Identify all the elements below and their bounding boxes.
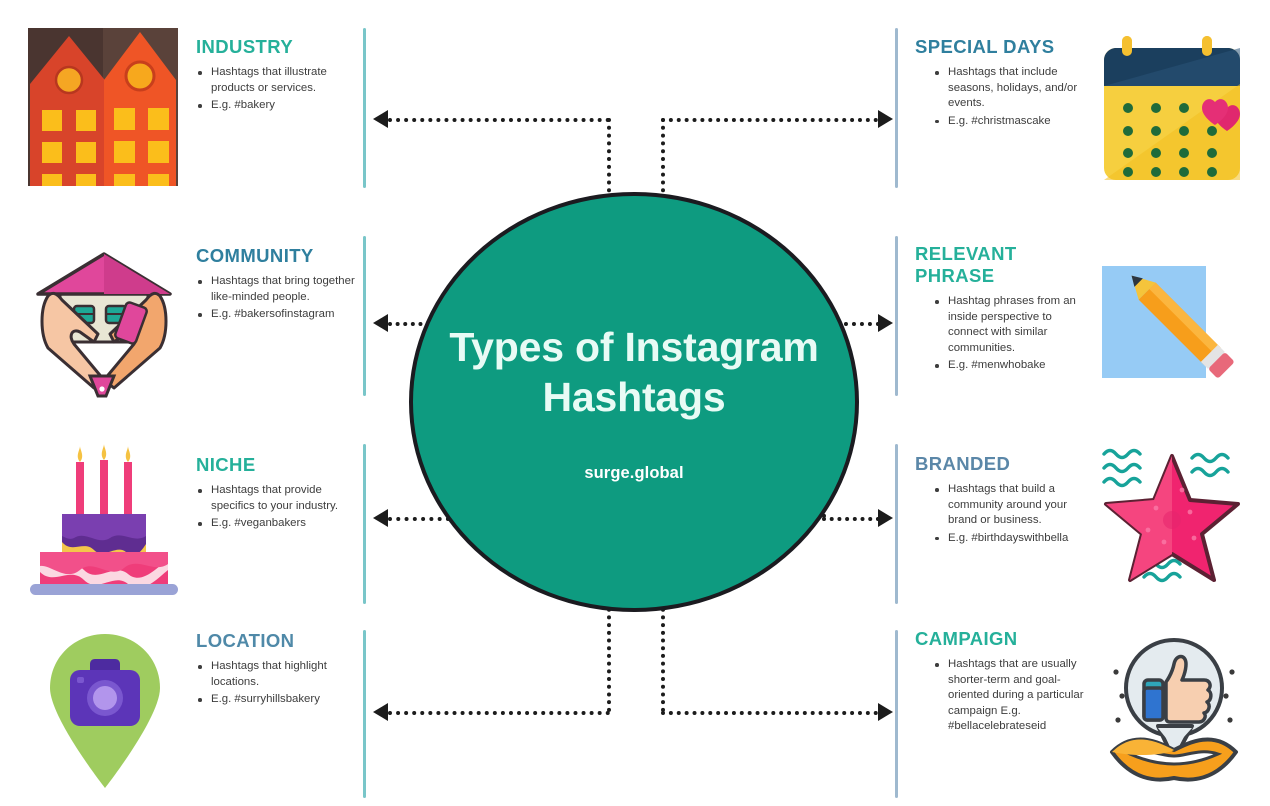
bullets-community: Hashtags that bring together like-minded…: [196, 274, 366, 323]
heading-campaign: CAMPAIGN: [915, 628, 1018, 649]
bullets-location: Hashtags that highlight locations. E.g. …: [196, 659, 358, 708]
list-item: Hashtag phrases from an inside perspecti…: [933, 294, 1083, 356]
pencil-note-icon: [1098, 250, 1250, 386]
list-item: Hashtags that bring together like-minded…: [196, 274, 366, 305]
map-pin-camera-icon: [42, 632, 168, 790]
list-item: E.g. #christmascake: [933, 114, 1080, 130]
heading-location: LOCATION: [196, 630, 295, 651]
text-block-campaign: CAMPAIGN Hashtags that are usually short…: [915, 628, 1085, 737]
list-item: Hashtags that include seasons, holidays,…: [933, 65, 1080, 112]
list-item: E.g. #veganbakers: [196, 516, 358, 532]
bullets-relevant-phrase: Hashtag phrases from an inside perspecti…: [915, 294, 1083, 374]
buildings-icon: [28, 28, 178, 186]
divider-left-row-3: [363, 444, 366, 604]
heading-special-days: SPECIAL DAYS: [915, 36, 1055, 57]
heading-niche: NICHE: [196, 454, 256, 475]
divider-right-row-4: [895, 630, 898, 798]
bullets-campaign: Hashtags that are usually shorter-term a…: [915, 657, 1085, 735]
heading-community: COMMUNITY: [196, 245, 314, 266]
text-block-special-days: SPECIAL DAYS Hashtags that include seaso…: [915, 36, 1080, 131]
bullets-special-days: Hashtags that include seasons, holidays,…: [915, 65, 1080, 129]
text-block-niche: NICHE Hashtags that provide specifics to…: [196, 454, 358, 534]
list-item: Hashtags that are usually shorter-term a…: [933, 657, 1085, 735]
center-title-line2: Hashtags: [542, 373, 726, 420]
center-title: Types of Instagram Hashtags: [449, 322, 818, 422]
heading-branded: BRANDED: [915, 453, 1011, 474]
list-item: E.g. #birthdayswithbella: [933, 531, 1083, 547]
list-item: E.g. #surryhillsbakery: [196, 692, 358, 708]
text-block-industry: INDUSTRY Hashtags that illustrate produc…: [196, 36, 354, 116]
list-item: Hashtags that illustrate products or ser…: [196, 65, 354, 96]
starfish-icon: [1094, 438, 1250, 594]
list-item: Hashtags that build a community around y…: [933, 482, 1083, 529]
list-item: E.g. #menwhobake: [933, 358, 1083, 374]
list-item: Hashtags that highlight locations.: [196, 659, 358, 690]
center-title-line1: Types of Instagram: [449, 323, 819, 370]
infographic-canvas: Types of Instagram Hashtags surge.global: [0, 0, 1270, 806]
bullets-industry: Hashtags that illustrate products or ser…: [196, 65, 354, 114]
bullets-niche: Hashtags that provide specifics to your …: [196, 483, 358, 532]
center-brand: surge.global: [584, 463, 684, 482]
list-item: Hashtags that provide specifics to your …: [196, 483, 358, 514]
divider-left-row-4: [363, 630, 366, 798]
divider-right-row-3: [895, 444, 898, 604]
divider-left-row-1: [363, 28, 366, 188]
heading-relevant-phrase: RELEVANT PHRASE: [915, 243, 1017, 286]
text-block-community: COMMUNITY Hashtags that bring together l…: [196, 245, 366, 325]
birthday-cake-icon: [26, 444, 182, 599]
text-block-branded: BRANDED Hashtags that build a community …: [915, 453, 1083, 548]
center-circle: Types of Instagram Hashtags surge.global: [409, 192, 859, 612]
divider-right-row-2: [895, 236, 898, 396]
text-block-relevant-phrase: RELEVANT PHRASE Hashtag phrases from an …: [915, 243, 1083, 376]
list-item: E.g. #bakery: [196, 98, 354, 114]
hands-house-icon: [28, 248, 180, 398]
list-item: E.g. #bakersofinstagram: [196, 307, 366, 323]
text-block-location: LOCATION Hashtags that highlight locatio…: [196, 630, 358, 710]
calendar-heart-icon: [1098, 28, 1246, 184]
bullets-branded: Hashtags that build a community around y…: [915, 482, 1083, 546]
divider-right-row-1: [895, 28, 898, 188]
lips-thumbsup-icon: [1100, 630, 1248, 782]
heading-industry: INDUSTRY: [196, 36, 294, 57]
